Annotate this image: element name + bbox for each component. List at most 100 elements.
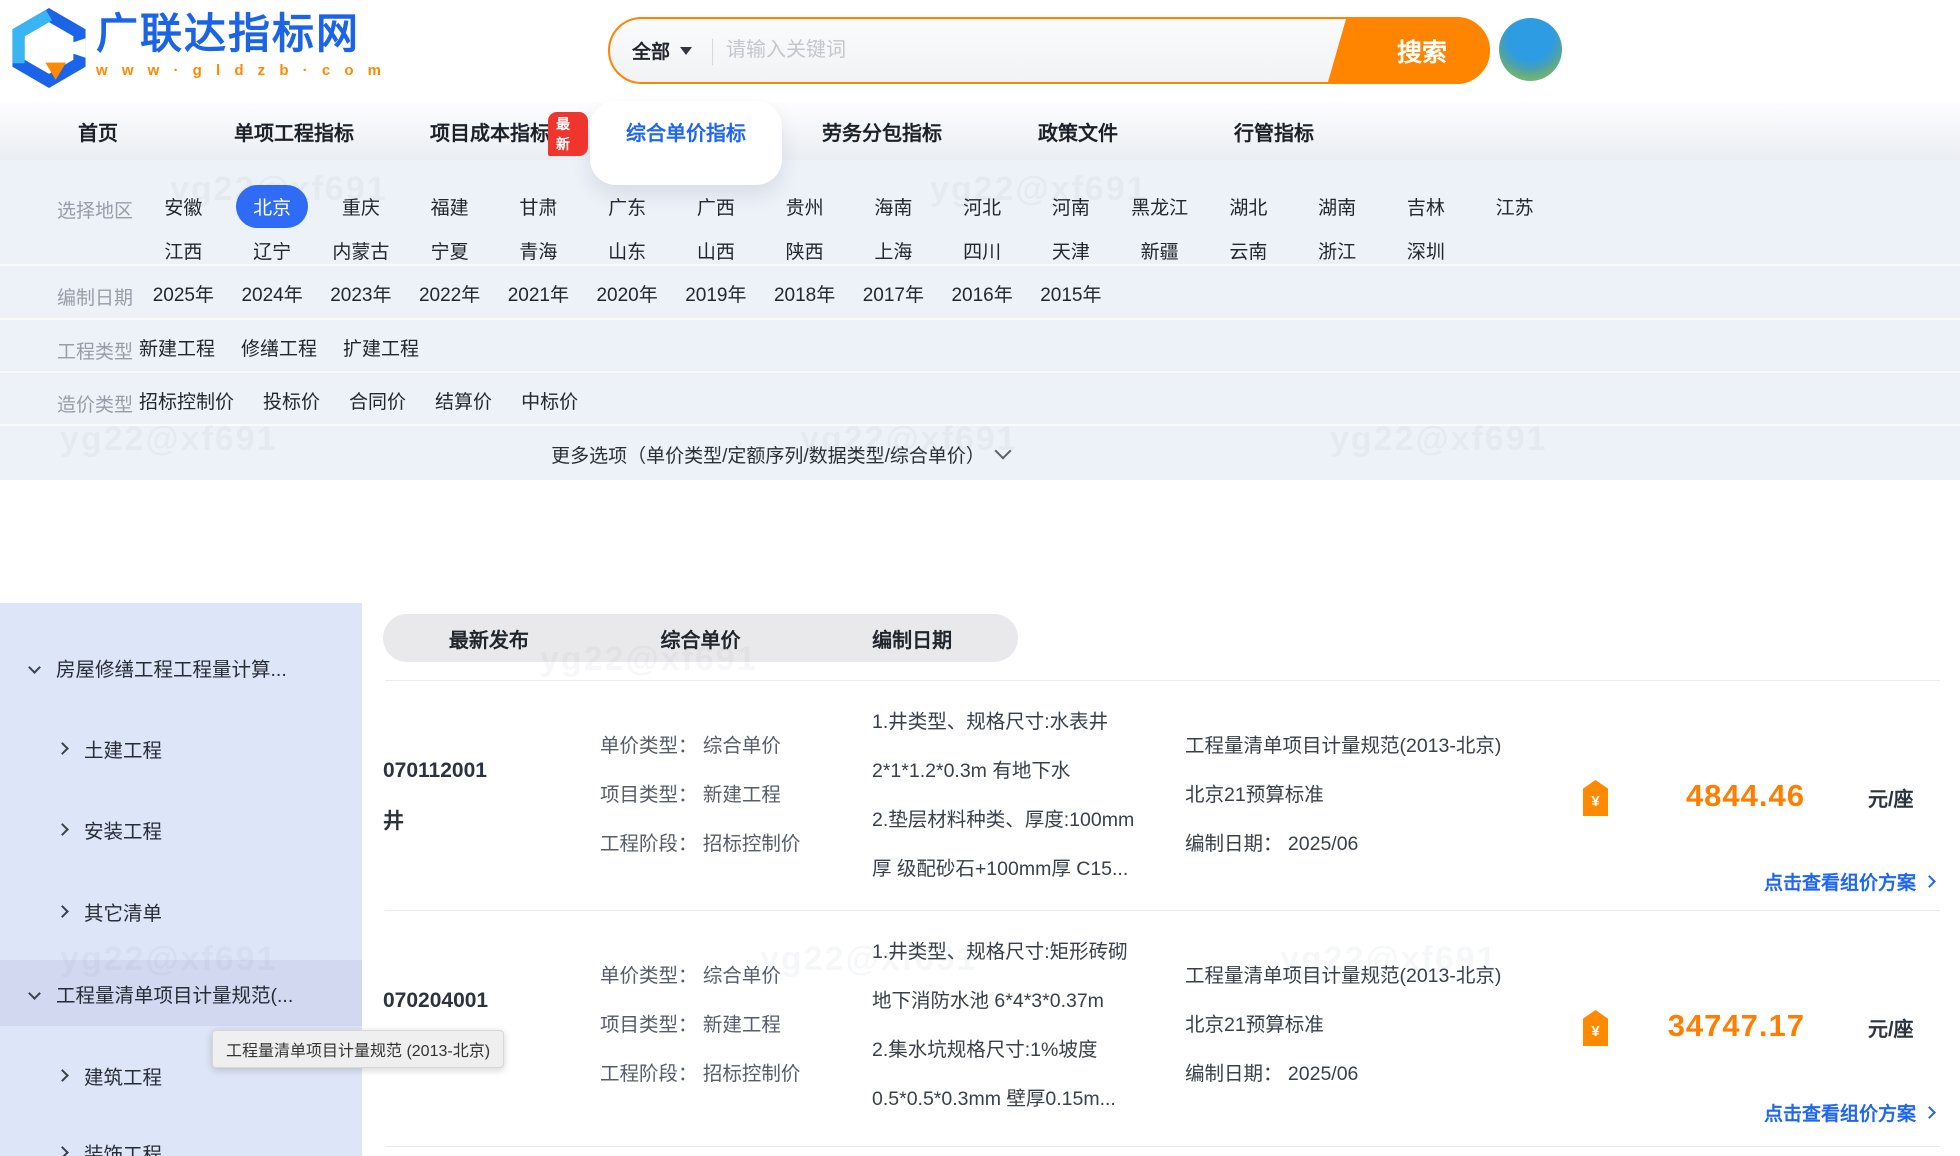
search-input[interactable] bbox=[726, 25, 1326, 75]
project-type-option[interactable]: 扩建工程 bbox=[343, 325, 419, 369]
nav-item-label: 劳务分包指标 bbox=[822, 117, 942, 146]
search-button[interactable]: 搜索 bbox=[1354, 17, 1490, 84]
sidebar-item-label: 房屋修缮工程工程量计算... bbox=[56, 653, 287, 682]
item-attributes: 单价类型： 综合单价 项目类型： 新建工程 工程阶段： 招标控制价 bbox=[600, 952, 800, 1099]
cost-type-option[interactable]: 中标价 bbox=[521, 378, 578, 422]
cost-type-option[interactable]: 结算价 bbox=[435, 378, 492, 422]
date-option[interactable]: 2016年 bbox=[938, 271, 1027, 315]
nav-item-label: 首页 bbox=[78, 117, 118, 146]
cost-type-option[interactable]: 招标控制价 bbox=[139, 378, 234, 422]
sidebar-item-house-repair-spec[interactable]: 房屋修缮工程工程量计算... bbox=[0, 634, 362, 700]
nav-item-home[interactable]: 首页 bbox=[0, 103, 196, 160]
info-line: 北京21预算标准 bbox=[1185, 1001, 1501, 1050]
region-row-1: 安徽 北京 重庆 福建 甘肃 广东 广西 贵州 海南 河北 河南 黑龙江 湖北 … bbox=[139, 184, 1559, 228]
date-option[interactable]: 2022年 bbox=[405, 271, 494, 315]
nav-item-labor-subcontract-index[interactable]: 劳务分包指标 bbox=[784, 103, 980, 160]
sidebar-item-label: 其它清单 bbox=[84, 897, 162, 926]
nav-item-label: 行管指标 bbox=[1234, 117, 1314, 146]
date-option[interactable]: 2017年 bbox=[849, 271, 938, 315]
sidebar-item-other-list[interactable]: 其它清单 bbox=[0, 878, 362, 944]
date-option[interactable]: 2024年 bbox=[228, 271, 317, 315]
region-option[interactable]: 福建 bbox=[405, 184, 494, 228]
view-pricing-plan-label: 点击查看组价方案 bbox=[1764, 1099, 1916, 1126]
new-badge: 最新 bbox=[548, 112, 588, 156]
tab-composite-unit-price[interactable]: 综合单价 bbox=[595, 614, 807, 662]
attr-line: 项目类型： 新建工程 bbox=[600, 1001, 800, 1050]
region-option[interactable]: 湖南 bbox=[1293, 184, 1382, 228]
chevron-right-icon bbox=[1923, 1106, 1936, 1119]
sidebar-item-decoration-engineering[interactable]: 装饰工程 bbox=[0, 1119, 362, 1156]
price-unit: 元/座 bbox=[1868, 1013, 1914, 1042]
filter-more: 更多选项（单价类型/定额序列/数据类型/综合单价） bbox=[0, 424, 1960, 480]
divider bbox=[712, 39, 713, 65]
item-code: 070112001 bbox=[383, 756, 487, 786]
region-option-selected[interactable]: 北京 bbox=[228, 184, 317, 228]
nav-item-single-project-index[interactable]: 单项工程指标 bbox=[196, 103, 392, 160]
chevron-right-icon bbox=[56, 1069, 69, 1082]
desc-line: 地下消防水池 6*4*3*0.37m bbox=[872, 977, 1128, 1026]
nav-item-admin-index[interactable]: 行管指标 bbox=[1176, 103, 1372, 160]
price-value: 34747.17 bbox=[1600, 1008, 1805, 1044]
main-nav: 首页 单项工程指标 项目成本指标 最新 综合单价指标 劳务分包指标 政策文件 行… bbox=[0, 103, 1960, 160]
region-option[interactable]: 贵州 bbox=[760, 184, 849, 228]
project-type-option[interactable]: 新建工程 bbox=[139, 325, 215, 369]
header: 广联达指标网 w w w · g l d z b · c o m 全部 搜索 bbox=[0, 0, 1960, 103]
region-option[interactable]: 江苏 bbox=[1470, 184, 1559, 228]
date-option[interactable]: 2018年 bbox=[760, 271, 849, 315]
nav-item-composite-unit-price-index[interactable]: 综合单价指标 bbox=[588, 103, 784, 160]
caret-down-icon bbox=[680, 47, 692, 55]
region-option[interactable]: 湖北 bbox=[1204, 184, 1293, 228]
region-option[interactable]: 河南 bbox=[1027, 184, 1116, 228]
search-category-dropdown[interactable]: 全部 bbox=[632, 19, 692, 82]
sidebar-tooltip: 工程量清单项目计量规范 (2013-北京) bbox=[212, 1030, 504, 1068]
sidebar-item-installation[interactable]: 安装工程 bbox=[0, 796, 362, 862]
date-option[interactable]: 2020年 bbox=[583, 271, 672, 315]
sidebar-item-label: 建筑工程 bbox=[84, 1061, 162, 1090]
more-options-button[interactable]: 更多选项（单价类型/定额序列/数据类型/综合单价） bbox=[0, 426, 1560, 482]
search-bar: 全部 搜索 bbox=[608, 17, 1490, 84]
desc-line: 2*1*1.2*0.3m 有地下水 bbox=[872, 747, 1134, 796]
logo-title: 广联达指标网 bbox=[96, 8, 386, 60]
chevron-down-icon bbox=[28, 661, 41, 674]
date-option[interactable]: 2021年 bbox=[494, 271, 583, 315]
tab-compile-date[interactable]: 编制日期 bbox=[806, 614, 1018, 662]
logo[interactable]: 广联达指标网 w w w · g l d z b · c o m bbox=[10, 8, 386, 88]
chevron-right-icon bbox=[56, 1146, 69, 1156]
project-type-option[interactable]: 修缮工程 bbox=[241, 325, 317, 369]
search-category-value: 全部 bbox=[632, 37, 670, 64]
sidebar-item-civil-engineering[interactable]: 土建工程 bbox=[0, 715, 362, 781]
sidebar-item-boq-measurement-spec[interactable]: 工程量清单项目计量规范(... bbox=[0, 960, 362, 1026]
region-option[interactable]: 黑龙江 bbox=[1115, 184, 1204, 228]
nav-item-policy-documents[interactable]: 政策文件 bbox=[980, 103, 1176, 160]
item-source-info: 工程量清单项目计量规范(2013-北京) 北京21预算标准 编制日期： 2025… bbox=[1185, 722, 1501, 869]
search-button-label: 搜索 bbox=[1397, 33, 1447, 69]
region-option[interactable]: 吉林 bbox=[1382, 184, 1471, 228]
desc-line: 2.垫层材料种类、厚度:100mm bbox=[872, 796, 1134, 845]
date-option[interactable]: 2019年 bbox=[672, 271, 761, 315]
region-option[interactable]: 广东 bbox=[583, 184, 672, 228]
date-option[interactable]: 2015年 bbox=[1027, 271, 1116, 315]
avatar[interactable] bbox=[1499, 18, 1562, 81]
region-option[interactable]: 重庆 bbox=[317, 184, 406, 228]
date-option[interactable]: 2025年 bbox=[139, 271, 228, 315]
cost-type-option[interactable]: 合同价 bbox=[349, 378, 406, 422]
date-option[interactable]: 2023年 bbox=[317, 271, 406, 315]
logo-text: 广联达指标网 w w w · g l d z b · c o m bbox=[96, 8, 386, 79]
region-option[interactable]: 安徽 bbox=[139, 184, 228, 228]
region-option[interactable]: 海南 bbox=[849, 184, 938, 228]
view-pricing-plan-link[interactable]: 点击查看组价方案 bbox=[1764, 868, 1934, 895]
nav-item-project-cost-index[interactable]: 项目成本指标 最新 bbox=[392, 103, 588, 160]
page: yg22@xf691 yg22@xf691 yg22@xf691 yg22@xf… bbox=[0, 0, 1960, 1156]
region-option[interactable]: 甘肃 bbox=[494, 184, 583, 228]
region-option[interactable]: 广西 bbox=[672, 184, 761, 228]
cost-type-option[interactable]: 投标价 bbox=[263, 378, 320, 422]
view-pricing-plan-link[interactable]: 点击查看组价方案 bbox=[1764, 1099, 1934, 1126]
region-option[interactable]: 河北 bbox=[938, 184, 1027, 228]
filter-date: 编制日期 2025年 2024年 2023年 2022年 2021年 2020年… bbox=[0, 264, 1960, 318]
nav-item-label: 项目成本指标 bbox=[430, 117, 550, 146]
sidebar-item-label: 土建工程 bbox=[84, 734, 162, 763]
tab-latest-published[interactable]: 最新发布 bbox=[383, 614, 595, 662]
logo-subtitle: w w w · g l d z b · c o m bbox=[96, 62, 386, 79]
sort-tabbar: 最新发布 综合单价 编制日期 bbox=[383, 614, 1018, 662]
filter-cost-type: 造价类型 招标控制价 投标价 合同价 结算价 中标价 bbox=[0, 371, 1960, 424]
